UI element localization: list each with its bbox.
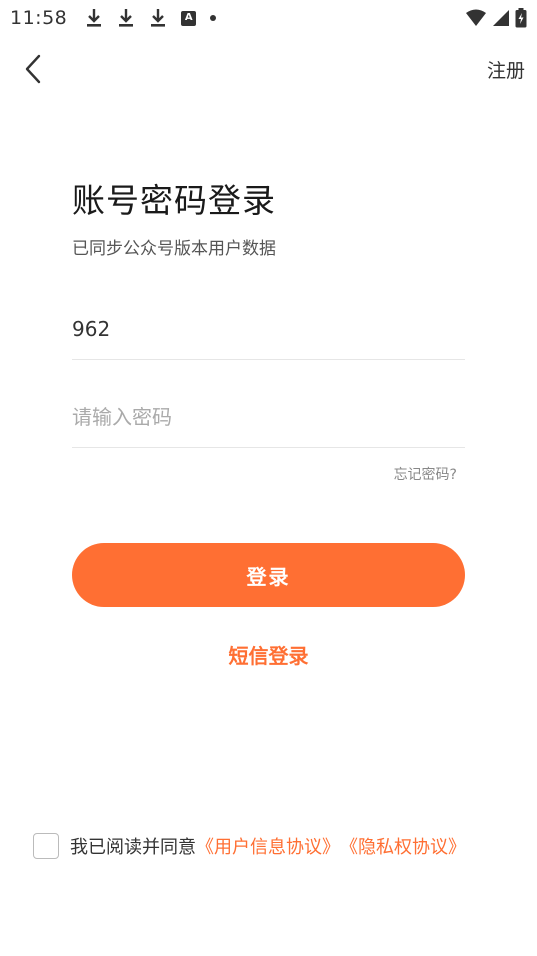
account-input[interactable] xyxy=(72,298,465,359)
system-icons xyxy=(465,8,527,28)
page-subtitle: 已同步公众号版本用户数据 xyxy=(72,239,276,259)
download-icon xyxy=(151,9,166,27)
nav-bar: 注册 xyxy=(0,40,537,96)
privacy-agreement-link[interactable]: 《隐私权协议》 xyxy=(340,833,466,859)
cell-signal-icon xyxy=(493,10,509,26)
status-bar: 11:58 A xyxy=(0,0,537,36)
back-button[interactable] xyxy=(16,52,50,86)
password-field-row xyxy=(72,386,465,448)
login-page: 11:58 A 注册 账号密码登录 已同步公众号版本用户数据 962 忘记密码?… xyxy=(0,0,537,956)
password-input[interactable] xyxy=(72,386,465,447)
status-time: 11:58 xyxy=(10,7,68,29)
agreement-prefix: 我已阅读并同意 xyxy=(70,837,196,858)
forgot-password-link[interactable]: 忘记密码? xyxy=(394,464,457,484)
download-icon xyxy=(119,9,134,27)
page-title: 账号密码登录 xyxy=(72,181,276,220)
dot-icon xyxy=(210,15,217,21)
a-box-icon: A xyxy=(181,10,197,26)
user-agreement-link[interactable]: 《用户信息协议》 xyxy=(196,833,340,859)
register-link[interactable]: 注册 xyxy=(487,56,525,83)
account-field-row xyxy=(72,298,465,360)
battery-charging-icon xyxy=(515,8,527,28)
notification-icons: A xyxy=(85,7,217,29)
login-button[interactable]: 登录 xyxy=(72,543,465,607)
wifi-icon xyxy=(466,9,486,26)
download-icon xyxy=(87,9,102,27)
agreement-row: 我已阅读并同意 《用户信息协议》 《隐私权协议》 xyxy=(33,832,523,860)
chevron-left-icon xyxy=(25,54,41,84)
sms-login-link[interactable]: 短信登录 xyxy=(0,640,537,669)
agreement-checkbox[interactable] xyxy=(33,833,59,859)
